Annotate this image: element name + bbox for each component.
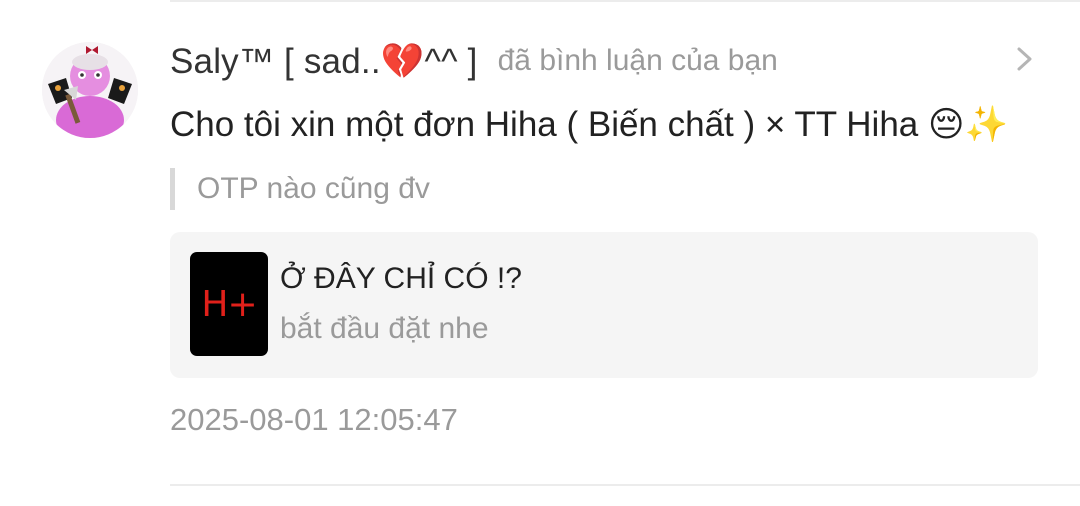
notification-header: Saly™ [ sad..💔^^ ] đã bình luận của bạn (170, 36, 778, 86)
post-thumbnail: H+ (190, 252, 268, 356)
quote-bar (170, 168, 175, 210)
post-thumbnail-text: H+ (201, 283, 257, 325)
quoted-text: OTP nào cũng đv (197, 172, 430, 205)
avatar-image (42, 42, 138, 138)
bottom-divider (170, 484, 1080, 486)
quoted-reply: OTP nào cũng đv (170, 168, 430, 210)
chevron-right-icon[interactable] (1013, 44, 1037, 74)
user-avatar[interactable] (42, 42, 138, 138)
timestamp: 2025-08-01 12:05:47 (170, 402, 458, 437)
comment-text: Cho tôi xin một đơn Hiha ( Biến chất ) ×… (170, 105, 1009, 144)
post-title: Ở ĐÂY CHỈ CÓ !? (280, 262, 522, 295)
post-card[interactable]: H+ Ở ĐÂY CHỈ CÓ !? bắt đầu đặt nhe (170, 232, 1038, 378)
top-divider (170, 0, 1080, 2)
username[interactable]: Saly™ [ sad..💔^^ ] (170, 41, 478, 82)
post-subtitle: bắt đầu đặt nhe (280, 312, 489, 345)
action-text: đã bình luận của bạn (497, 44, 778, 77)
